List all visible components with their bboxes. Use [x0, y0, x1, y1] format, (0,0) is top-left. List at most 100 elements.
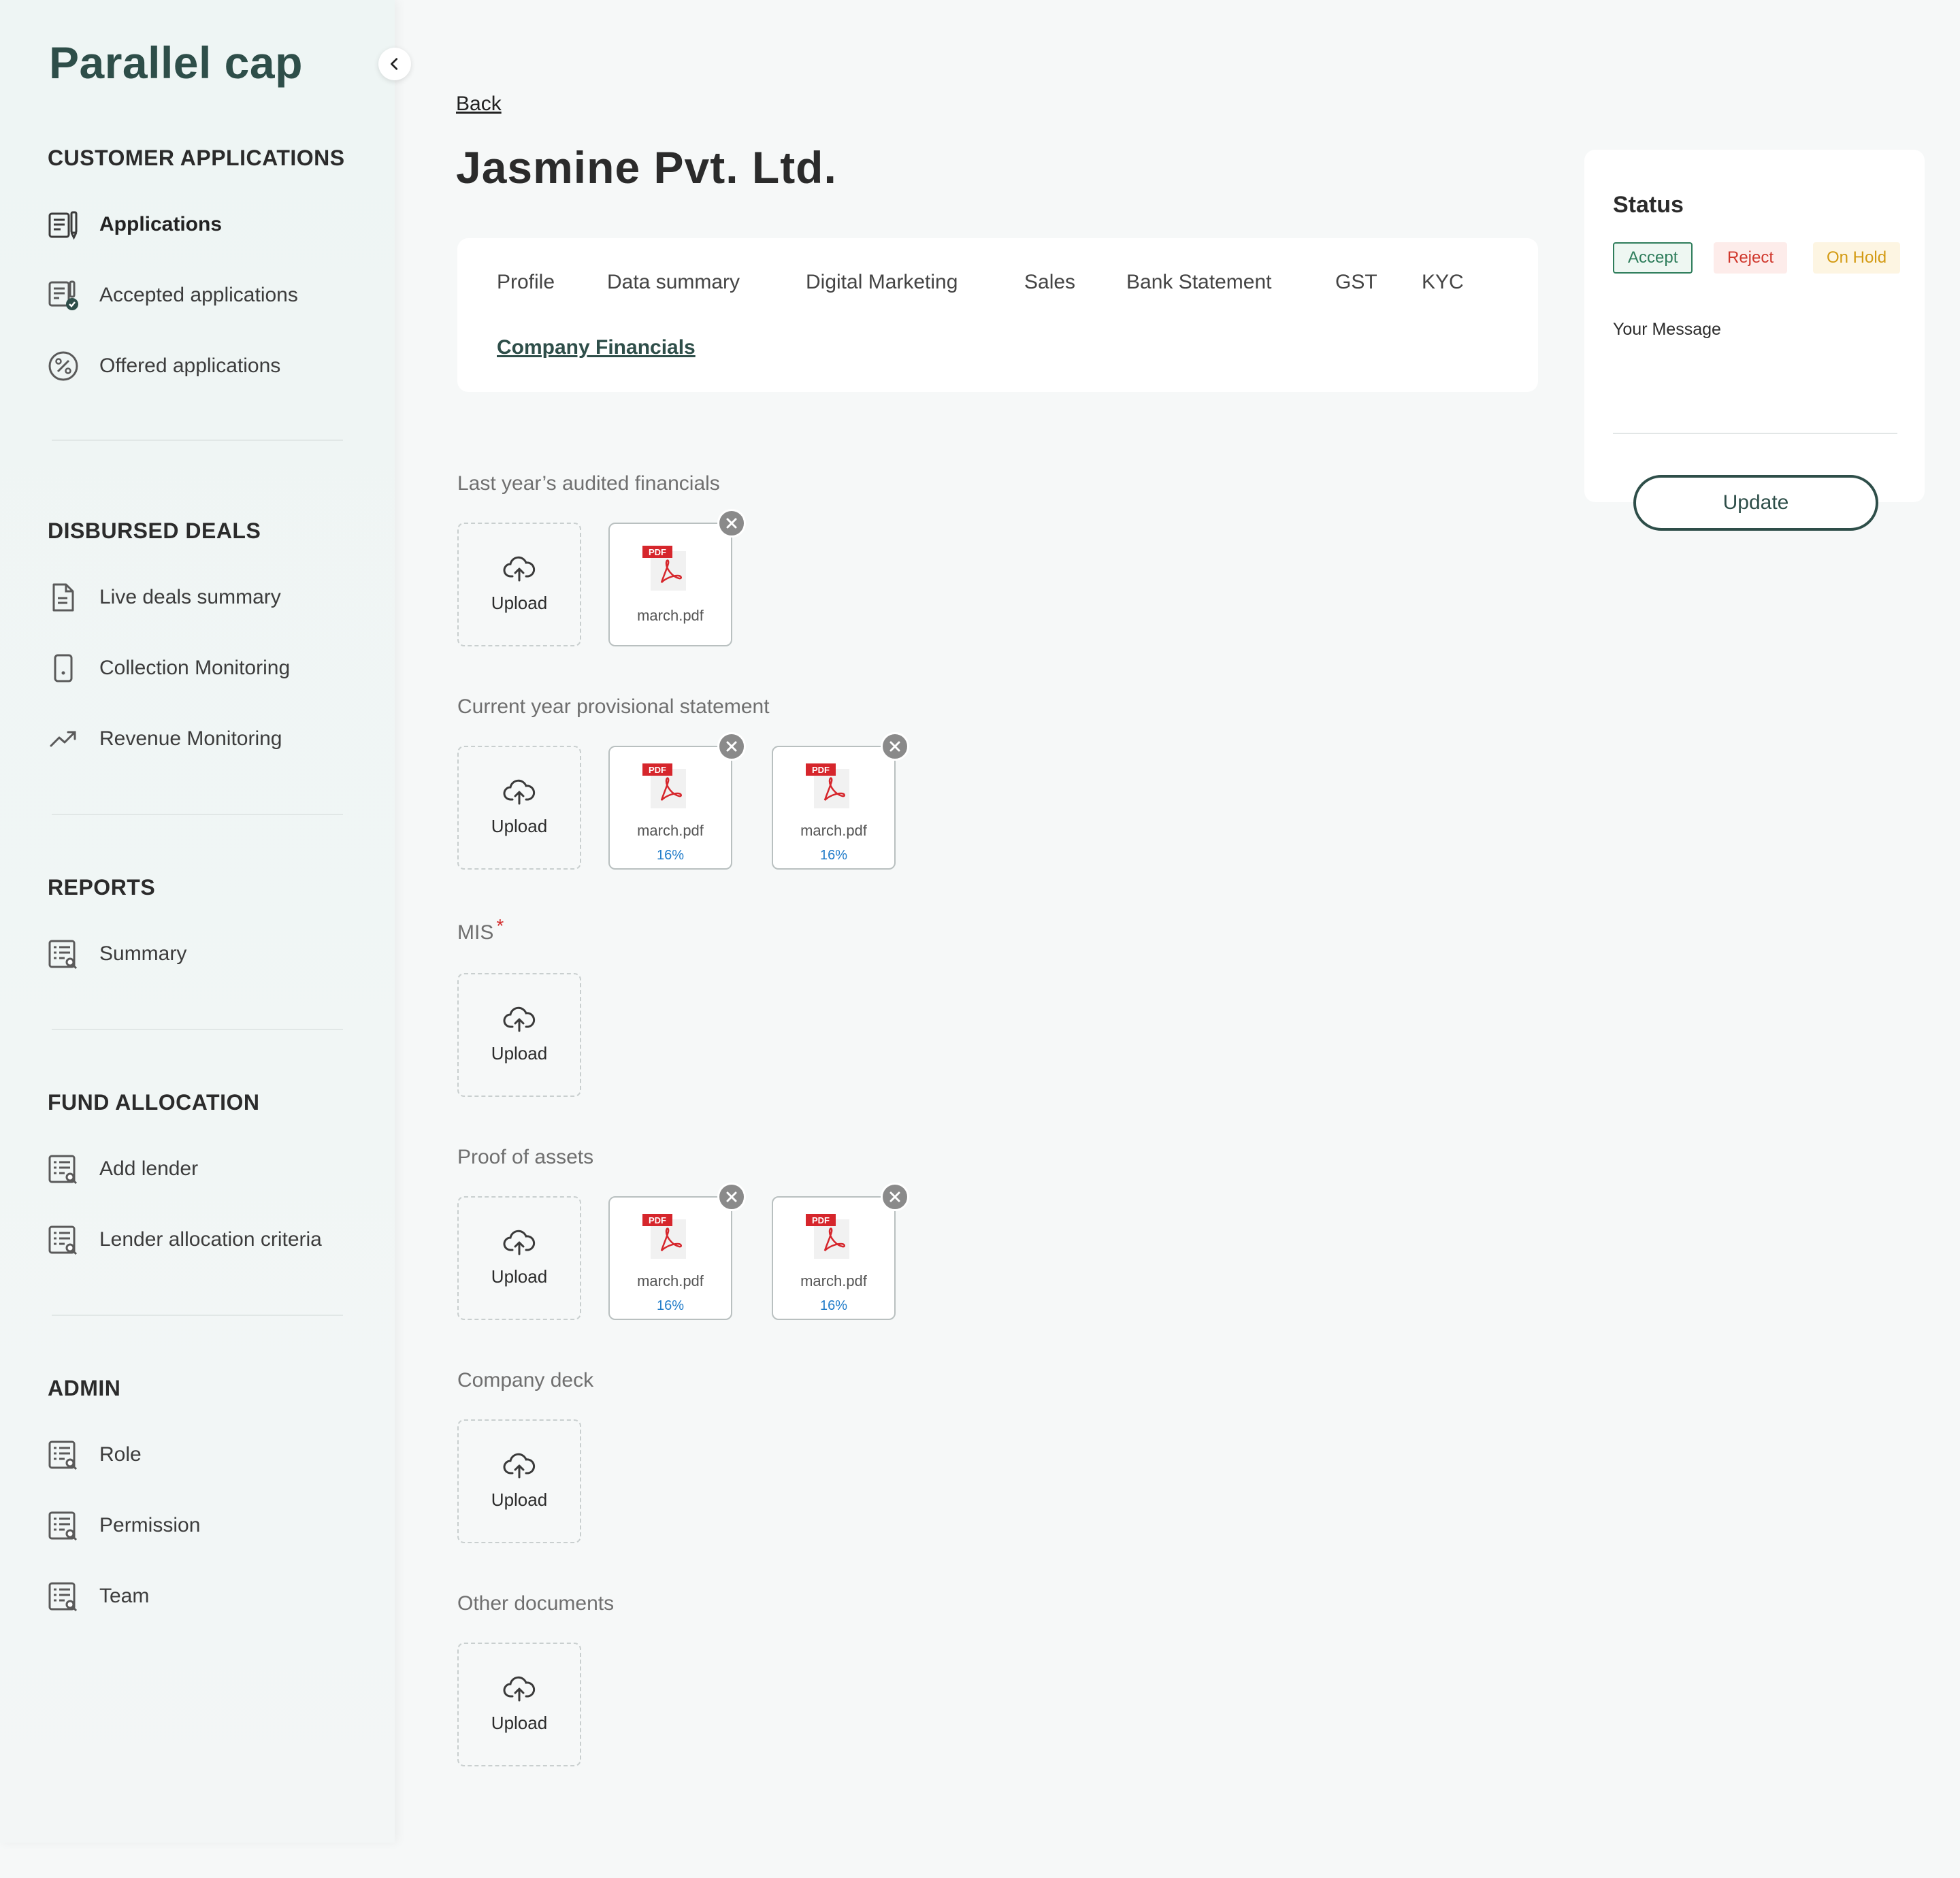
sidebar-item-live-deals-summary[interactable]: Live deals summary — [48, 578, 374, 616]
remove-file-button[interactable] — [881, 1183, 909, 1211]
upload-button[interactable]: Upload — [457, 973, 581, 1097]
status-reject-chip[interactable]: Reject — [1714, 242, 1788, 274]
upload-label: Upload — [491, 815, 548, 836]
close-icon — [889, 1191, 900, 1202]
message-underline — [1613, 433, 1897, 434]
required-asterisk: * — [496, 915, 504, 936]
pdf-file-icon: PDF — [642, 546, 686, 591]
file-name: march.pdf — [637, 822, 704, 839]
tab-profile[interactable]: Profile — [497, 271, 555, 294]
trend-up-icon — [48, 723, 79, 755]
sidebar-item-offered-applications[interactable]: Offered applications — [48, 347, 374, 385]
upload-group-label: Current year provisional statement — [457, 695, 770, 718]
pdf-file-icon: PDF — [806, 763, 849, 808]
upload-progress: 16% — [656, 1298, 685, 1313]
file-card: PDF march.pdf 16% — [608, 1183, 746, 1320]
tab-data-summary[interactable]: Data summary — [607, 271, 740, 294]
tab-gst[interactable]: GST — [1335, 271, 1377, 294]
sidebar-item-revenue-monitoring[interactable]: Revenue Monitoring — [48, 720, 374, 758]
page-title: Jasmine Pvt. Ltd. — [456, 142, 837, 193]
svg-text:PDF: PDF — [649, 1215, 666, 1225]
tab-bank-statement[interactable]: Bank Statement — [1126, 271, 1271, 294]
sidebar-item-label: Lender allocation criteria — [99, 1228, 322, 1251]
upload-button[interactable]: Upload — [457, 1196, 581, 1320]
upload-label: Upload — [491, 1266, 548, 1287]
report-search-icon — [48, 1224, 79, 1255]
document-pen-icon — [48, 209, 79, 240]
sidebar-item-applications[interactable]: Applications — [48, 205, 374, 244]
tab-sales[interactable]: Sales — [1024, 271, 1075, 294]
sidebar-item-label: Live deals summary — [99, 586, 281, 608]
upload-group-label: Last year’s audited financials — [457, 472, 720, 495]
sidebar-item-team[interactable]: Team — [48, 1577, 374, 1615]
file-name: march.pdf — [637, 607, 704, 624]
upload-group-label-text: MIS — [457, 921, 494, 944]
message-label: Your Message — [1613, 320, 1721, 339]
sidebar-item-permission[interactable]: Permission — [48, 1506, 374, 1545]
report-search-icon — [48, 1510, 79, 1541]
cloud-upload-icon — [503, 779, 536, 804]
svg-text:PDF: PDF — [812, 1215, 830, 1225]
report-search-icon — [48, 1581, 79, 1612]
upload-button[interactable]: Upload — [457, 1643, 581, 1766]
tab-kyc[interactable]: KYC — [1422, 271, 1464, 294]
update-button[interactable]: Update — [1633, 475, 1878, 531]
report-search-icon — [48, 938, 79, 970]
upload-progress: 16% — [656, 848, 685, 863]
file-name: march.pdf — [800, 1272, 867, 1289]
sidebar-item-lender-allocation-criteria[interactable]: Lender allocation criteria — [48, 1221, 374, 1259]
upload-label: Upload — [491, 1489, 548, 1510]
sidebar-item-label: Team — [99, 1585, 150, 1607]
sidebar-item-role[interactable]: Role — [48, 1436, 374, 1474]
upload-button[interactable]: Upload — [457, 746, 581, 870]
close-icon — [889, 741, 900, 752]
section-title-reports: REPORTS — [48, 875, 156, 900]
svg-text:PDF: PDF — [649, 765, 666, 775]
sidebar-item-collection-monitoring[interactable]: Collection Monitoring — [48, 649, 374, 687]
upload-group-label: MIS * — [457, 915, 504, 944]
cloud-upload-icon — [503, 1006, 536, 1032]
remove-file-button[interactable] — [717, 732, 746, 761]
upload-group-label: Proof of assets — [457, 1146, 594, 1168]
upload-group-label: Other documents — [457, 1592, 615, 1615]
upload-button[interactable]: Upload — [457, 523, 581, 646]
sidebar-item-label: Revenue Monitoring — [99, 727, 282, 750]
section-title-admin: ADMIN — [48, 1376, 121, 1400]
upload-button[interactable]: Upload — [457, 1419, 581, 1543]
sidebar-item-label: Collection Monitoring — [99, 657, 291, 679]
pdf-file-icon: PDF — [806, 1214, 849, 1259]
sidebar-item-label: Offered applications — [99, 355, 281, 377]
remove-file-button[interactable] — [717, 509, 746, 538]
cloud-upload-icon — [503, 1230, 536, 1255]
file-name: march.pdf — [800, 822, 867, 839]
tab-company-financials[interactable]: Company Financials — [497, 336, 696, 359]
sidebar-item-label: Summary — [99, 942, 187, 965]
message-field[interactable] — [1613, 354, 1897, 429]
close-icon — [726, 1191, 737, 1202]
pdf-file-icon: PDF — [642, 763, 686, 808]
upload-group-label: Company deck — [457, 1369, 594, 1391]
close-icon — [726, 518, 737, 529]
sidebar-divider — [52, 1315, 343, 1316]
cloud-upload-icon — [503, 1676, 536, 1701]
sidebar-item-summary[interactable]: Summary — [48, 935, 374, 973]
remove-file-button[interactable] — [717, 1183, 746, 1211]
pdf-file-icon: PDF — [642, 1214, 686, 1259]
file-card: PDF march.pdf 16% — [772, 1183, 909, 1320]
chevron-left-icon — [391, 58, 398, 70]
remove-file-button[interactable] — [881, 732, 909, 761]
status-on-hold-chip[interactable]: On Hold — [1813, 242, 1901, 274]
collapse-sidebar-button[interactable] — [378, 48, 411, 80]
report-search-icon — [48, 1439, 79, 1470]
sidebar-item-label: Accepted applications — [99, 284, 298, 306]
sidebar-divider — [52, 814, 343, 815]
status-accept-chip[interactable]: Accept — [1613, 242, 1693, 274]
back-link[interactable]: Back — [456, 93, 502, 116]
section-title-disbursed-deals: DISBURSED DEALS — [48, 518, 261, 543]
upload-label: Upload — [491, 1042, 548, 1064]
sidebar-item-add-lender[interactable]: Add lender — [48, 1150, 374, 1188]
tab-digital-marketing[interactable]: Digital Marketing — [806, 271, 958, 294]
section-title-fund-allocation: FUND ALLOCATION — [48, 1090, 260, 1115]
sidebar-item-accepted-applications[interactable]: Accepted applications — [48, 276, 374, 314]
percent-circle-icon — [48, 350, 79, 382]
